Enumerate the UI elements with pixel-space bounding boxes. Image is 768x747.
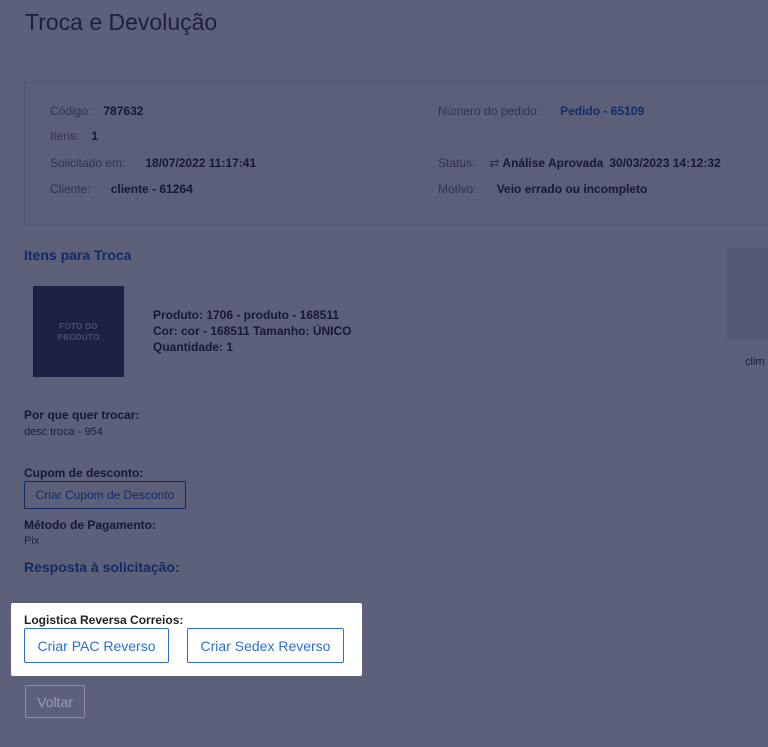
coupon-label: Cupom de desconto: — [24, 466, 144, 480]
side-item-text: clim — [745, 356, 765, 368]
swap-arrows-icon: ⇄ — [489, 156, 500, 170]
items-section-title: Itens para Troca — [24, 247, 132, 263]
itens-label: Itens: — [50, 129, 80, 143]
motivo-label: Motivo: — [438, 182, 477, 196]
photo-placeholder-line2: PRODUTO — [57, 332, 100, 342]
solicitado-row: Solicitado em: 18/07/2022 11:17:41 — [50, 156, 256, 170]
status-label: Status: — [438, 156, 476, 170]
motivo-row: Motivo: Veio errado ou incompleto — [438, 182, 647, 196]
codigo-label: Código: — [50, 104, 92, 118]
status-row: Status: ⇄ Análise Aprovada 30/03/2023 14:12… — [438, 156, 721, 170]
codigo-row: Código: 787632 — [50, 104, 143, 118]
motivo-value: Veio errado ou incompleto — [496, 182, 648, 196]
reverse-logistics-label: Logistica Reversa Correios: — [24, 613, 184, 627]
create-coupon-button[interactable]: Criar Cupom de Desconto — [24, 481, 186, 509]
pedido-label: Número do pedido: — [438, 104, 541, 118]
payment-value: Pix — [24, 535, 40, 547]
status-value: Análise Aprovada — [502, 156, 604, 170]
reverse-logistics-panel: Logistica Reversa Correios: Criar PAC Re… — [11, 603, 362, 676]
pedido-link[interactable]: Pedido - 65109 — [560, 104, 644, 118]
product-quantity: Quantidade: 1 — [153, 340, 234, 354]
back-button[interactable]: Voltar — [25, 685, 85, 718]
itens-value: 1 — [91, 129, 99, 143]
codigo-value: 787632 — [103, 104, 144, 118]
status-date: 30/03/2023 14:12:32 — [609, 156, 721, 170]
response-section-title: Resposta à solicitação: — [24, 559, 180, 575]
page-title: Troca e Devolução — [25, 9, 218, 35]
product-color-size: Cor: cor - 168511 Tamanho: ÚNICO — [153, 324, 352, 338]
side-item-thumbnail — [726, 248, 768, 340]
reason-label: Por que quer trocar: — [24, 408, 140, 422]
create-sedex-reverse-button[interactable]: Criar Sedex Reverso — [187, 628, 344, 663]
pedido-row: Número do pedido: Pedido - 65109 — [438, 104, 644, 118]
request-info-panel: Código: 787632 Itens: 1 Solicitado em: 18/0… — [24, 81, 768, 226]
cliente-row: Cliente: cliente - 61264 — [50, 182, 193, 196]
solicitado-label: Solicitado em: — [50, 156, 126, 170]
photo-placeholder-line1: FOTO DO — [59, 321, 98, 331]
cliente-value: cliente - 61264 — [110, 182, 193, 196]
cliente-label: Cliente: — [50, 182, 91, 196]
reason-value: desc troca - 954 — [24, 426, 103, 438]
solicitado-value: 18/07/2022 11:17:41 — [145, 156, 257, 170]
create-pac-reverse-button[interactable]: Criar PAC Reverso — [24, 628, 169, 663]
payment-label: Método de Pagamento: — [24, 518, 157, 532]
product-photo-placeholder: FOTO DO PRODUTO — [33, 286, 124, 377]
product-name: Produto: 1706 - produto - 168511 — [153, 308, 340, 322]
itens-row: Itens: 1 — [50, 129, 98, 143]
